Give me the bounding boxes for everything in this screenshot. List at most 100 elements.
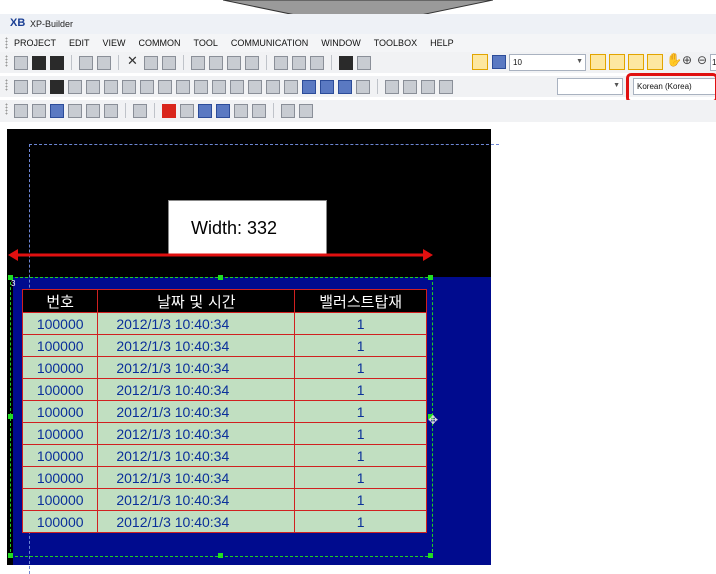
resize-handle[interactable] xyxy=(428,275,433,280)
resize-handle[interactable] xyxy=(8,414,13,419)
compile-icon[interactable] xyxy=(180,103,194,118)
screen-icon[interactable] xyxy=(292,55,306,70)
menu-tool[interactable]: TOOL xyxy=(194,38,218,48)
find-icon[interactable] xyxy=(274,55,288,70)
align-center-icon[interactable] xyxy=(32,79,46,94)
bring-forward-icon[interactable] xyxy=(284,79,298,94)
menu-toolbox[interactable]: TOOLBOX xyxy=(374,38,417,48)
resize-handle[interactable] xyxy=(8,553,13,558)
menu-help[interactable]: HELP xyxy=(430,38,454,48)
distribute-horizontal-icon[interactable] xyxy=(122,79,136,94)
send-backward-icon[interactable] xyxy=(320,79,334,94)
multi-screen-icon[interactable] xyxy=(252,103,266,118)
redo-icon[interactable] xyxy=(97,55,111,70)
cell-datetime: 2012/1/3 10:40:34 xyxy=(97,334,296,357)
menu-edit[interactable]: EDIT xyxy=(69,38,90,48)
history-table[interactable]: 번호 날짜 및 시간 밸러스트탑재 100000 2012/1/3 10:40:3… xyxy=(21,289,427,533)
ruler-button[interactable] xyxy=(647,54,663,70)
delete-icon[interactable] xyxy=(126,54,140,70)
screen-list-icon[interactable] xyxy=(14,103,28,118)
same-height-icon[interactable] xyxy=(176,79,190,94)
print-icon[interactable] xyxy=(339,55,353,70)
grid-button[interactable] xyxy=(628,54,644,70)
object-id-icon[interactable] xyxy=(385,79,399,94)
toolbar-grip-icon[interactable] xyxy=(5,37,8,49)
download-icon[interactable] xyxy=(198,103,212,118)
cell-ballast: 1 xyxy=(294,400,427,423)
align-left-button[interactable] xyxy=(590,54,606,70)
toolbar-grip-icon[interactable] xyxy=(5,55,8,67)
align-top-icon[interactable] xyxy=(68,79,82,94)
send-to-back-icon[interactable] xyxy=(338,79,352,94)
order-more-icon[interactable] xyxy=(356,79,370,94)
toolbar-grip-icon[interactable] xyxy=(5,79,8,91)
last-page-icon[interactable] xyxy=(299,103,313,118)
copy-icon[interactable] xyxy=(162,55,176,70)
column-header-number: 번호 xyxy=(21,289,99,313)
open-folder-icon[interactable] xyxy=(32,55,46,70)
resize-handle[interactable] xyxy=(218,553,223,558)
same-size-icon[interactable] xyxy=(194,79,208,94)
menu-project[interactable]: PROJECT xyxy=(14,38,56,48)
align-bottom-icon[interactable] xyxy=(104,79,118,94)
font-size-value: 10 xyxy=(513,58,522,67)
cut-icon[interactable] xyxy=(144,55,158,70)
tools-icon[interactable] xyxy=(357,55,371,70)
first-page-icon[interactable] xyxy=(281,103,295,118)
tag-icon[interactable] xyxy=(421,79,435,94)
link-icon[interactable] xyxy=(439,79,453,94)
cell-ballast: 1 xyxy=(294,444,427,467)
screen-property-icon[interactable] xyxy=(32,103,46,118)
space-vertical-icon[interactable] xyxy=(266,79,280,94)
toolbar-separator xyxy=(71,55,72,70)
device-icon[interactable] xyxy=(403,79,417,94)
grid-dots-button[interactable] xyxy=(472,54,488,70)
text-label-icon[interactable] xyxy=(133,103,147,118)
resize-handle[interactable] xyxy=(218,275,223,280)
menu-view[interactable]: VIEW xyxy=(103,38,126,48)
cell-number: 100000 xyxy=(21,510,99,533)
space-horizontal-icon[interactable] xyxy=(248,79,262,94)
align-middle-icon[interactable] xyxy=(86,79,100,94)
table-row: 100000 2012/1/3 10:40:34 1 xyxy=(21,400,427,423)
align-right-icon[interactable] xyxy=(50,79,64,94)
group-icon[interactable] xyxy=(227,55,241,70)
align-center-button[interactable] xyxy=(609,54,625,70)
distribute-vertical-icon[interactable] xyxy=(140,79,154,94)
menu-communication[interactable]: COMMUNICATION xyxy=(231,38,308,48)
menu-window[interactable]: WINDOW xyxy=(321,38,361,48)
paste-special-icon[interactable] xyxy=(209,55,223,70)
menu-common[interactable]: COMMON xyxy=(139,38,181,48)
monitor-icon[interactable] xyxy=(234,103,248,118)
run-simulator-icon[interactable] xyxy=(162,103,176,118)
resize-handle[interactable] xyxy=(428,553,433,558)
font-size-select[interactable]: 10 ▼ xyxy=(509,54,586,71)
screen-copy-icon[interactable] xyxy=(310,55,324,70)
toolbar-grip-icon[interactable] xyxy=(5,103,8,115)
checkbox-icon[interactable] xyxy=(104,103,118,118)
undo-icon[interactable] xyxy=(79,55,93,70)
cell-datetime: 2012/1/3 10:40:34 xyxy=(97,400,296,423)
center-vertical-icon[interactable] xyxy=(230,79,244,94)
zoom-in-icon[interactable]: ⊕ xyxy=(682,53,692,67)
same-width-icon[interactable] xyxy=(158,79,172,94)
ungroup-icon[interactable] xyxy=(245,55,259,70)
cell-number: 100000 xyxy=(21,422,99,445)
toolbar-separator xyxy=(266,55,267,70)
align-left-icon[interactable] xyxy=(14,79,28,94)
document-icon[interactable] xyxy=(86,103,100,118)
upload-icon[interactable] xyxy=(216,103,230,118)
hand-icon[interactable]: ✋ xyxy=(666,53,682,68)
save-icon[interactable] xyxy=(50,55,64,70)
window-icon[interactable] xyxy=(50,103,64,118)
grid-settings-icon[interactable] xyxy=(492,55,506,69)
paste-icon[interactable] xyxy=(191,55,205,70)
zoom-select[interactable]: 1 xyxy=(710,54,716,71)
center-horizontal-icon[interactable] xyxy=(212,79,226,94)
bring-to-front-icon[interactable] xyxy=(302,79,316,94)
zoom-out-icon[interactable]: ⊖ xyxy=(697,53,707,67)
screen-check-icon[interactable] xyxy=(68,103,82,118)
font-name-select[interactable]: ▼ xyxy=(557,78,623,95)
new-file-icon[interactable] xyxy=(14,55,28,70)
table-row: 100000 2012/1/3 10:40:34 1 xyxy=(21,488,427,511)
